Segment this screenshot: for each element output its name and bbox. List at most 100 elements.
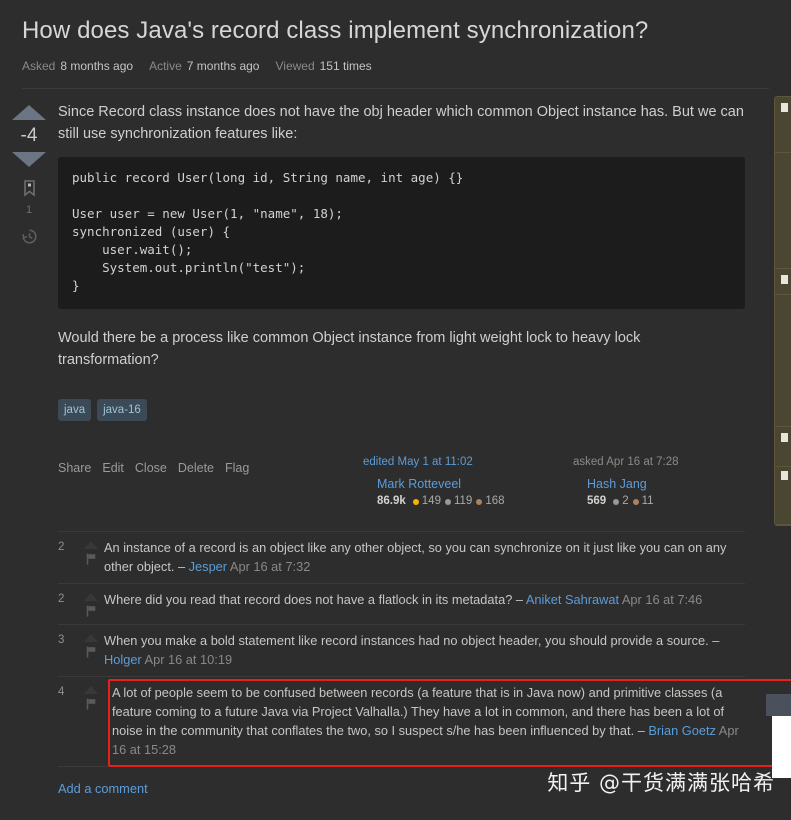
body-paragraph-2: Would there be a process like common Obj… [58,330,641,368]
asker-silver-badge-group: 2 [613,494,629,509]
sidebar-row[interactable] [775,467,791,525]
tag-list: java java-16 [58,399,745,421]
question-stats: Asked 8 months ago Active 7 months ago V… [22,59,769,74]
flag-icon[interactable] [86,605,97,617]
comment-row: 2 Where did you read that record does no… [58,583,745,624]
asker-bronze-badge-group: 11 [632,494,654,509]
flag-icon[interactable] [86,553,97,565]
question-post: -4 1 Since Record class instance does no… [0,89,791,509]
tag-java-16[interactable]: java-16 [97,399,147,421]
asker-bronze-badge-count: 11 [641,495,654,507]
bronze-badge-count: 168 [485,495,505,507]
comment-list-divider [58,766,745,767]
sidebar-row[interactable] [775,295,791,427]
share-button[interactable]: Share [58,461,91,475]
comment-author[interactable]: Aniket Sahrawat [526,592,619,607]
comment-icons [78,590,104,617]
code-block: public record User(long id, String name,… [58,157,745,309]
flag-button[interactable]: Flag [225,461,249,475]
gold-badge-icon [412,498,419,505]
flag-icon[interactable] [86,646,97,658]
question-header: How does Java's record class implement s… [0,0,791,74]
bookmark-marker-icon [781,275,788,284]
bookmark-icon[interactable] [22,180,37,202]
edited-timestamp[interactable]: edited May 1 at 11:02 [363,455,535,470]
page-root: How does Java's record class implement s… [0,0,791,820]
bronze-badge-icon [632,498,639,505]
comment-body: A lot of people seem to be confused betw… [112,685,724,738]
editor-name[interactable]: Mark Rotteveel [377,476,535,492]
tag-java[interactable]: java [58,399,92,421]
comment-author[interactable]: Jesper [189,559,227,574]
bronze-badge-group: 168 [476,494,505,509]
stat-active-label: Active [149,59,182,73]
stat-active-value: 7 months ago [186,59,260,73]
stat-asked-label: Asked [22,59,56,73]
vote-column: -4 1 [0,101,58,509]
comment-date: Apr 16 at 7:32 [227,559,311,574]
stat-viewed-label: Viewed [275,59,315,73]
sidebar-row[interactable] [775,269,791,295]
arrow-down-icon[interactable] [12,152,46,167]
comment-body: When you make a bold statement like reco… [104,633,720,648]
comment-row: 2 An instance of a record is an object l… [58,531,745,583]
asker-name[interactable]: Hash Jang [587,476,745,492]
asker-reputation-row: 569 2 11 [587,494,745,509]
editor-card: edited May 1 at 11:02 Mark Rotteveel 86.… [363,455,535,509]
editor-reputation: 86.9k [377,495,406,507]
history-icon[interactable] [21,228,38,250]
add-comment-link[interactable]: Add a comment [58,781,148,796]
stat-asked-value: 8 months ago [60,59,134,73]
bookmark-marker-icon [781,471,788,480]
right-edge-white-block [772,716,791,778]
flag-icon[interactable] [86,698,97,710]
sidebar-row[interactable] [775,97,791,153]
user-cards: edited May 1 at 11:02 Mark Rotteveel 86.… [363,455,745,509]
comment-icons [78,538,104,576]
comment-body: Where did you read that record does not … [104,592,526,607]
post-body: Since Record class instance does not hav… [58,101,791,509]
body-paragraph-1: Since Record class instance does not hav… [58,104,744,142]
page-title: How does Java's record class implement s… [22,17,649,44]
comment-author[interactable]: Brian Goetz [648,723,716,738]
comment-text: An instance of a record is an object lik… [104,538,745,576]
bookmark-marker-icon [781,103,788,112]
delete-button[interactable]: Delete [178,461,214,475]
stat-viewed-value: 151 times [319,59,372,73]
silver-badge-icon [613,498,620,505]
comment-row: 3 When you make a bold statement like re… [58,624,745,676]
comment-upvote-icon[interactable] [84,593,98,601]
gold-badge-count: 149 [421,495,441,507]
silver-badge-icon [444,498,451,505]
comment-score: 2 [58,593,65,605]
vote-score: -4 [20,125,38,146]
sidebar-row[interactable] [775,153,791,269]
stat-asked: Asked 8 months ago [22,59,133,74]
arrow-up-icon[interactable] [12,105,46,120]
asked-timestamp: asked Apr 16 at 7:28 [573,456,679,468]
comment-score: 3 [58,634,65,646]
stat-active: Active 7 months ago [149,59,259,74]
comment-icons [78,631,104,669]
comment-upvote-icon[interactable] [84,541,98,549]
comment-upvote-icon[interactable] [84,686,98,694]
bronze-badge-icon [476,498,483,505]
edit-button[interactable]: Edit [102,461,124,475]
bookmark-marker-icon [781,433,788,442]
stat-viewed: Viewed 151 times [275,59,371,74]
asker-reputation: 569 [587,495,607,507]
comment-text: A lot of people seem to be confused betw… [104,683,745,759]
right-sidebar-panel [774,96,791,526]
asker-card: asked Apr 16 at 7:28 Hash Jang 569 2 11 [573,455,745,509]
comment-author[interactable]: Holger [104,652,142,667]
comment-score: 4 [58,686,65,698]
post-actions: Share Edit Close Delete Flag [58,455,249,475]
comment-text: Where did you read that record does not … [104,590,745,617]
comment-score: 2 [58,541,65,553]
close-button[interactable]: Close [135,461,167,475]
watermark: 知乎 @干货满满张哈希 [547,771,775,795]
bookmark-count: 1 [25,204,33,216]
sidebar-row[interactable] [775,427,791,467]
comment-upvote-icon[interactable] [84,634,98,642]
asker-card-body: Hash Jang 569 2 11 [573,476,745,509]
